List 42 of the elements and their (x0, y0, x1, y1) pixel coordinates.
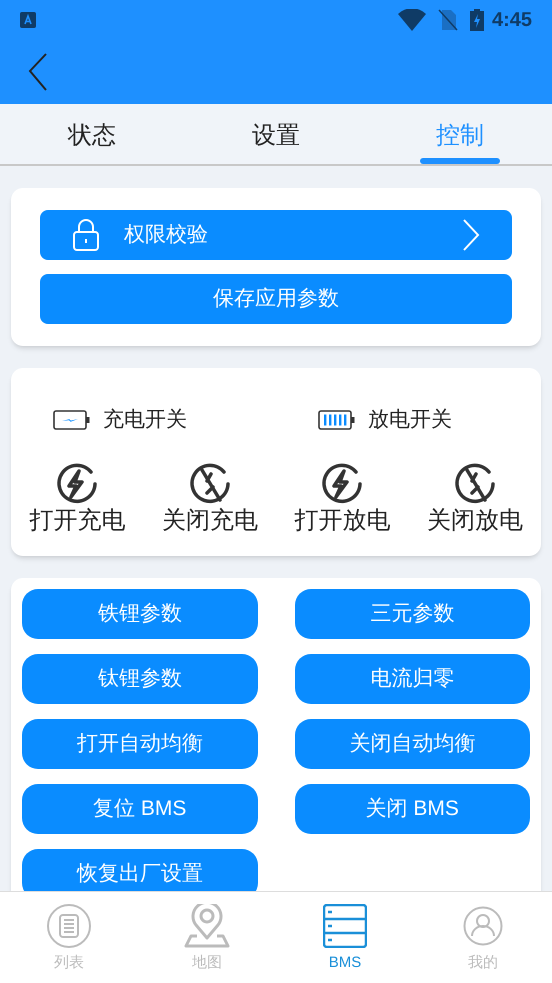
chevron-right-icon (462, 219, 480, 251)
nav-item[interactable]: 我的 (414, 892, 552, 983)
full-battery-icon (318, 408, 356, 431)
power-on-button[interactable]: 打开充电 (11, 462, 144, 536)
tab[interactable]: 控制 (368, 104, 552, 164)
switch-label: 充电开关 (103, 407, 187, 433)
lightning-icon (55, 462, 100, 506)
switch-label: 放电开关 (368, 407, 452, 433)
lightning-off-icon (188, 462, 232, 506)
keyboard-app-icon (20, 12, 36, 28)
power-off-button[interactable]: 关闭放电 (408, 462, 541, 536)
charging-battery-icon (470, 9, 484, 31)
command-button[interactable]: 恢复出厂设置 (22, 848, 258, 891)
lightning-off-icon (452, 462, 497, 506)
server-icon (323, 904, 367, 948)
lightning-icon (320, 462, 364, 506)
nav-item[interactable]: 列表 (0, 892, 138, 983)
command-button[interactable]: 三元参数 (294, 588, 530, 638)
power-off-button[interactable]: 关闭充电 (144, 462, 276, 536)
command-button[interactable]: 打开自动均衡 (22, 718, 258, 768)
command-button[interactable]: 关闭自动均衡 (294, 718, 530, 768)
document-icon (47, 904, 91, 948)
command-button[interactable]: 复位 BMS (22, 784, 258, 834)
no-sim-icon (438, 9, 458, 31)
lock-icon (72, 218, 100, 252)
command-button[interactable]: 关闭 BMS (294, 784, 530, 834)
nav-item[interactable]: BMS (276, 892, 414, 983)
user-icon (463, 906, 503, 946)
tab[interactable]: 设置 (184, 104, 368, 164)
status-time: 4:45 (492, 8, 532, 33)
command-button[interactable]: 钛锂参数 (22, 654, 258, 704)
tab[interactable]: 状态 (0, 104, 184, 164)
back-icon (28, 53, 48, 91)
power-on-button[interactable]: 打开放电 (276, 462, 408, 536)
nav-item[interactable]: 地图 (138, 892, 276, 983)
charging-battery-icon (53, 408, 91, 431)
wifi-icon (398, 9, 426, 31)
location-pin-icon (184, 904, 230, 948)
command-button[interactable]: 铁锂参数 (22, 588, 258, 638)
save-button[interactable]: 保存应用参数 (40, 274, 512, 324)
command-button[interactable]: 电流归零 (294, 654, 530, 704)
permission-button[interactable]: 权限校验 (40, 210, 512, 260)
